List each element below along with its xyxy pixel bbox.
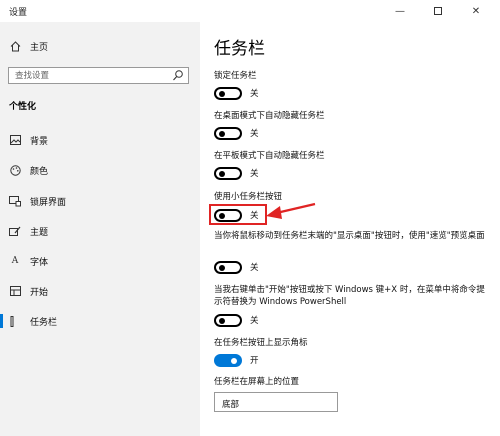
selected-indicator <box>0 314 3 328</box>
title-bar: 设置 — ✕ <box>0 0 500 22</box>
search-input[interactable] <box>9 68 169 83</box>
setting-label: 在任务栏按钮上显示角标 <box>214 338 308 348</box>
sidebar: 主页 个性化 背景 颜色 锁屏界面 主题 A 字体 <box>0 22 200 436</box>
window-title: 设置 <box>9 8 28 18</box>
setting-label: 任务栏在屏幕上的位置 <box>214 377 300 387</box>
toggle-state: 开 <box>250 356 259 366</box>
close-button[interactable]: ✕ <box>462 0 490 22</box>
sidebar-item-label: 任务栏 <box>30 317 58 328</box>
autohide-tablet-setting: 关 <box>214 166 259 180</box>
autohide-desktop-setting: 关 <box>214 126 259 140</box>
search-icon[interactable] <box>172 69 184 82</box>
sidebar-item-colors[interactable]: 颜色 <box>0 160 200 180</box>
lock-taskbar-toggle[interactable] <box>214 86 242 100</box>
sidebar-item-taskbar[interactable]: 任务栏 <box>0 311 200 331</box>
peek-toggle[interactable] <box>214 260 242 274</box>
theme-icon <box>9 225 21 237</box>
taskbar-position-select[interactable]: 底部 <box>214 392 338 412</box>
setting-label: 当你将鼠标移动到任务栏末端的"显示桌面"按钮时，使用"速览"预览桌面 <box>214 231 485 241</box>
main-content: 任务栏 锁定任务栏 关 在桌面模式下自动隐藏任务栏 关 在平板模式下自动隐藏任务… <box>200 22 500 436</box>
minimize-button[interactable]: — <box>386 0 414 22</box>
sidebar-item-label: 锁屏界面 <box>30 197 67 208</box>
setting-label: 当我右键单击"开始"按钮或按下 Windows 键+X 时，在菜单中将命令提示符… <box>214 285 485 307</box>
sidebar-item-lock-screen[interactable]: 锁屏界面 <box>0 191 200 211</box>
toggle-knob <box>231 357 237 364</box>
badges-setting: 开 <box>214 353 259 367</box>
toggle-knob <box>219 317 225 324</box>
lock-screen-icon <box>9 195 21 207</box>
sidebar-item-label: 颜色 <box>30 166 49 177</box>
toggle-state: 关 <box>250 129 259 139</box>
toggle-knob <box>219 130 225 137</box>
annotation-highlight-box <box>209 204 267 225</box>
sidebar-item-label: 背景 <box>30 136 49 147</box>
toggle-state: 关 <box>250 263 259 273</box>
home-icon <box>9 40 21 52</box>
badges-toggle[interactable] <box>214 353 242 367</box>
sidebar-item-background[interactable]: 背景 <box>0 130 200 150</box>
sidebar-item-label: 主页 <box>30 42 49 53</box>
image-icon <box>9 134 21 146</box>
toggle-state: 关 <box>250 89 259 99</box>
setting-label: 在平板模式下自动隐藏任务栏 <box>214 151 325 161</box>
powershell-setting: 关 <box>214 313 259 327</box>
autohide-desktop-toggle[interactable] <box>214 126 242 140</box>
start-icon <box>9 285 21 297</box>
lock-taskbar-setting: 关 <box>214 86 259 100</box>
select-value: 底部 <box>222 400 240 410</box>
setting-label: 锁定任务栏 <box>214 71 257 81</box>
palette-icon <box>9 164 21 176</box>
sidebar-item-home[interactable]: 主页 <box>0 36 200 56</box>
toggle-state: 关 <box>250 169 259 179</box>
toggle-knob <box>219 170 225 177</box>
font-icon: A <box>11 256 19 266</box>
close-icon: ✕ <box>471 5 481 17</box>
autohide-tablet-toggle[interactable] <box>214 166 242 180</box>
sidebar-item-themes[interactable]: 主题 <box>0 221 200 241</box>
toggle-knob <box>219 90 225 97</box>
powershell-toggle[interactable] <box>214 313 242 327</box>
sidebar-item-label: 字体 <box>30 257 49 268</box>
minimize-icon: — <box>395 5 405 17</box>
sidebar-item-label: 开始 <box>30 287 49 298</box>
setting-label: 在桌面模式下自动隐藏任务栏 <box>214 111 325 121</box>
maximize-icon <box>434 7 442 15</box>
toggle-state: 关 <box>250 316 259 326</box>
peek-setting: 关 <box>214 260 259 274</box>
toggle-knob <box>219 264 225 271</box>
sidebar-item-label: 主题 <box>30 227 49 238</box>
page-title: 任务栏 <box>214 39 265 59</box>
maximize-button[interactable] <box>424 0 452 22</box>
search-box[interactable] <box>8 67 189 84</box>
sidebar-item-fonts[interactable]: A 字体 <box>0 251 200 271</box>
taskbar-icon <box>9 315 21 327</box>
setting-label: 使用小任务栏按钮 <box>214 192 283 202</box>
sidebar-item-start[interactable]: 开始 <box>0 281 200 301</box>
section-heading: 个性化 <box>9 102 37 112</box>
